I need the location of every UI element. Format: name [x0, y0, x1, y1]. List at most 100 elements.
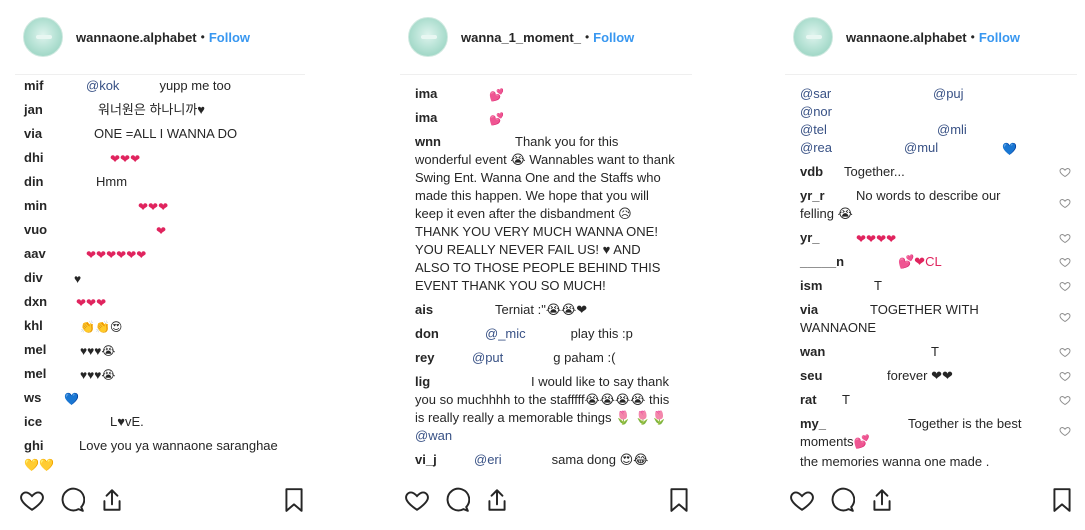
comment-username[interactable]: jan — [24, 101, 98, 119]
comment-text: yupp me too — [159, 78, 231, 93]
comment: yr_ ❤❤❤❤ — [800, 229, 1070, 247]
comment-mention[interactable]: @tel — [800, 121, 937, 139]
comment-like-icon[interactable] — [1059, 197, 1071, 209]
comment-icon[interactable] — [59, 487, 86, 513]
comment-text: ONE =ALL I WANNA DO — [94, 126, 238, 141]
comment-username[interactable]: mel — [24, 341, 80, 359]
comment-like-icon[interactable] — [1059, 346, 1071, 358]
bookmark-icon[interactable] — [666, 487, 692, 513]
comment-mention[interactable]: @eri — [474, 452, 502, 467]
username[interactable]: wannaone.alphabet — [846, 30, 967, 45]
comment-username[interactable]: _____n — [800, 253, 898, 271]
comment-username[interactable]: don — [415, 325, 485, 343]
comment-username[interactable]: vdb — [800, 163, 844, 181]
comment-like-icon[interactable] — [1059, 166, 1071, 178]
follow-button[interactable]: Follow — [979, 30, 1020, 45]
comment-username[interactable]: wan — [800, 343, 931, 361]
comment-username[interactable]: ghi — [24, 437, 79, 455]
comment-continued: you so muchhhh to the stafffff😭😭😭😭 this … — [415, 391, 677, 445]
comment-mention[interactable]: @mul — [904, 139, 1002, 157]
comment: don @_mic play this :p — [415, 325, 685, 343]
username[interactable]: wannaone.alphabet — [76, 30, 197, 45]
comment-username[interactable]: div — [24, 269, 74, 287]
comment-mention[interactable]: @nor — [800, 104, 832, 119]
comment-username[interactable]: mel — [24, 365, 80, 383]
comment: @tel @mli — [800, 121, 1070, 139]
comment-username[interactable]: seu — [800, 367, 887, 385]
comment-username[interactable]: via — [800, 301, 870, 319]
like-icon[interactable] — [404, 487, 430, 513]
comment-text: WANNAONE — [800, 320, 877, 335]
like-icon[interactable] — [19, 487, 45, 513]
comment-username[interactable]: ice — [24, 413, 110, 431]
comment-mention[interactable]: @rea — [800, 139, 904, 157]
username[interactable]: wanna_1_moment_ — [461, 30, 581, 45]
comment-username[interactable]: via — [24, 125, 94, 143]
comment-username[interactable]: lig — [415, 373, 531, 391]
share-icon[interactable] — [869, 487, 895, 513]
comment-username[interactable]: vuo — [24, 221, 156, 239]
like-icon[interactable] — [789, 487, 815, 513]
comment-username[interactable]: yr_ — [800, 229, 856, 247]
follow-button[interactable]: Follow — [593, 30, 634, 45]
comment-text: 💕 — [489, 112, 504, 126]
comment-like-icon[interactable] — [1059, 370, 1071, 382]
comment-username[interactable]: dxn — [24, 293, 76, 311]
comment-mention[interactable]: @mli — [937, 122, 967, 137]
comment-like-icon[interactable] — [1059, 256, 1071, 268]
comment-username[interactable]: vi_j — [415, 451, 474, 469]
share-icon[interactable] — [484, 487, 510, 513]
comment-username[interactable]: rat — [800, 391, 842, 409]
comment-mention[interactable]: @_mic — [485, 326, 526, 341]
comment-text: T — [842, 392, 850, 407]
comment-text: ♥ — [74, 272, 82, 286]
bookmark-icon[interactable] — [1049, 487, 1075, 513]
comment-username[interactable]: ws — [24, 389, 64, 407]
bookmark-icon[interactable] — [281, 487, 305, 513]
comment-username[interactable]: my_ — [800, 415, 908, 433]
share-icon[interactable] — [99, 487, 125, 513]
comment: rat T — [800, 391, 1070, 409]
comment-username[interactable]: aav — [24, 245, 86, 263]
comment-like-icon[interactable] — [1059, 394, 1071, 406]
comment-like-icon[interactable] — [1059, 232, 1071, 244]
comment-username[interactable]: yr_r — [800, 187, 856, 205]
comment-username[interactable]: din — [24, 173, 96, 191]
comment: mif @kok yupp me too — [24, 77, 294, 95]
comment-like-icon[interactable] — [1059, 311, 1071, 323]
avatar[interactable] — [793, 17, 833, 57]
comment-text: 💕❤CL — [898, 254, 942, 269]
comment-mention[interactable]: @wan — [415, 428, 452, 443]
comment-text: T — [874, 278, 882, 293]
comment-username[interactable]: dhi — [24, 149, 110, 167]
comment-username[interactable]: rey — [415, 349, 472, 367]
comment: _____n 💕❤CL — [800, 253, 1070, 271]
comment-mention[interactable]: @kok — [86, 78, 119, 93]
comment: yr_r No words to describe our — [800, 187, 1070, 205]
comment-username[interactable]: ima — [415, 85, 489, 103]
comment-username[interactable]: mif — [24, 77, 86, 95]
comment-like-icon[interactable] — [1059, 280, 1071, 292]
post-actions — [785, 476, 1077, 530]
follow-button[interactable]: Follow — [209, 30, 250, 45]
avatar[interactable] — [408, 17, 448, 57]
comment-icon[interactable] — [444, 487, 471, 513]
comment-username[interactable]: ima — [415, 109, 489, 127]
comment-text: 💕 — [489, 88, 504, 102]
comment-username[interactable]: min — [24, 197, 138, 215]
comment: ism T — [800, 277, 1070, 295]
comment-text: you so muchhhh to the stafffff😭😭😭😭 this … — [415, 392, 670, 425]
comment-username[interactable]: khl — [24, 317, 80, 335]
comment-text: forever ❤❤ — [887, 368, 953, 383]
comment-mention[interactable]: @put — [472, 350, 503, 365]
comment-icon[interactable] — [829, 487, 856, 513]
comment-like-icon[interactable] — [1059, 425, 1071, 437]
avatar[interactable] — [23, 17, 63, 57]
comment-text: the memories wanna one made . — [800, 454, 990, 469]
comment-username[interactable]: ais — [415, 301, 495, 319]
comment: aav ❤❤❤❤❤❤ — [24, 245, 294, 263]
comment-mention[interactable]: @puj — [933, 86, 964, 101]
comment-username[interactable]: wnn — [415, 133, 515, 151]
comment-mention[interactable]: @sar — [800, 85, 933, 103]
comment-username[interactable]: ism — [800, 277, 874, 295]
